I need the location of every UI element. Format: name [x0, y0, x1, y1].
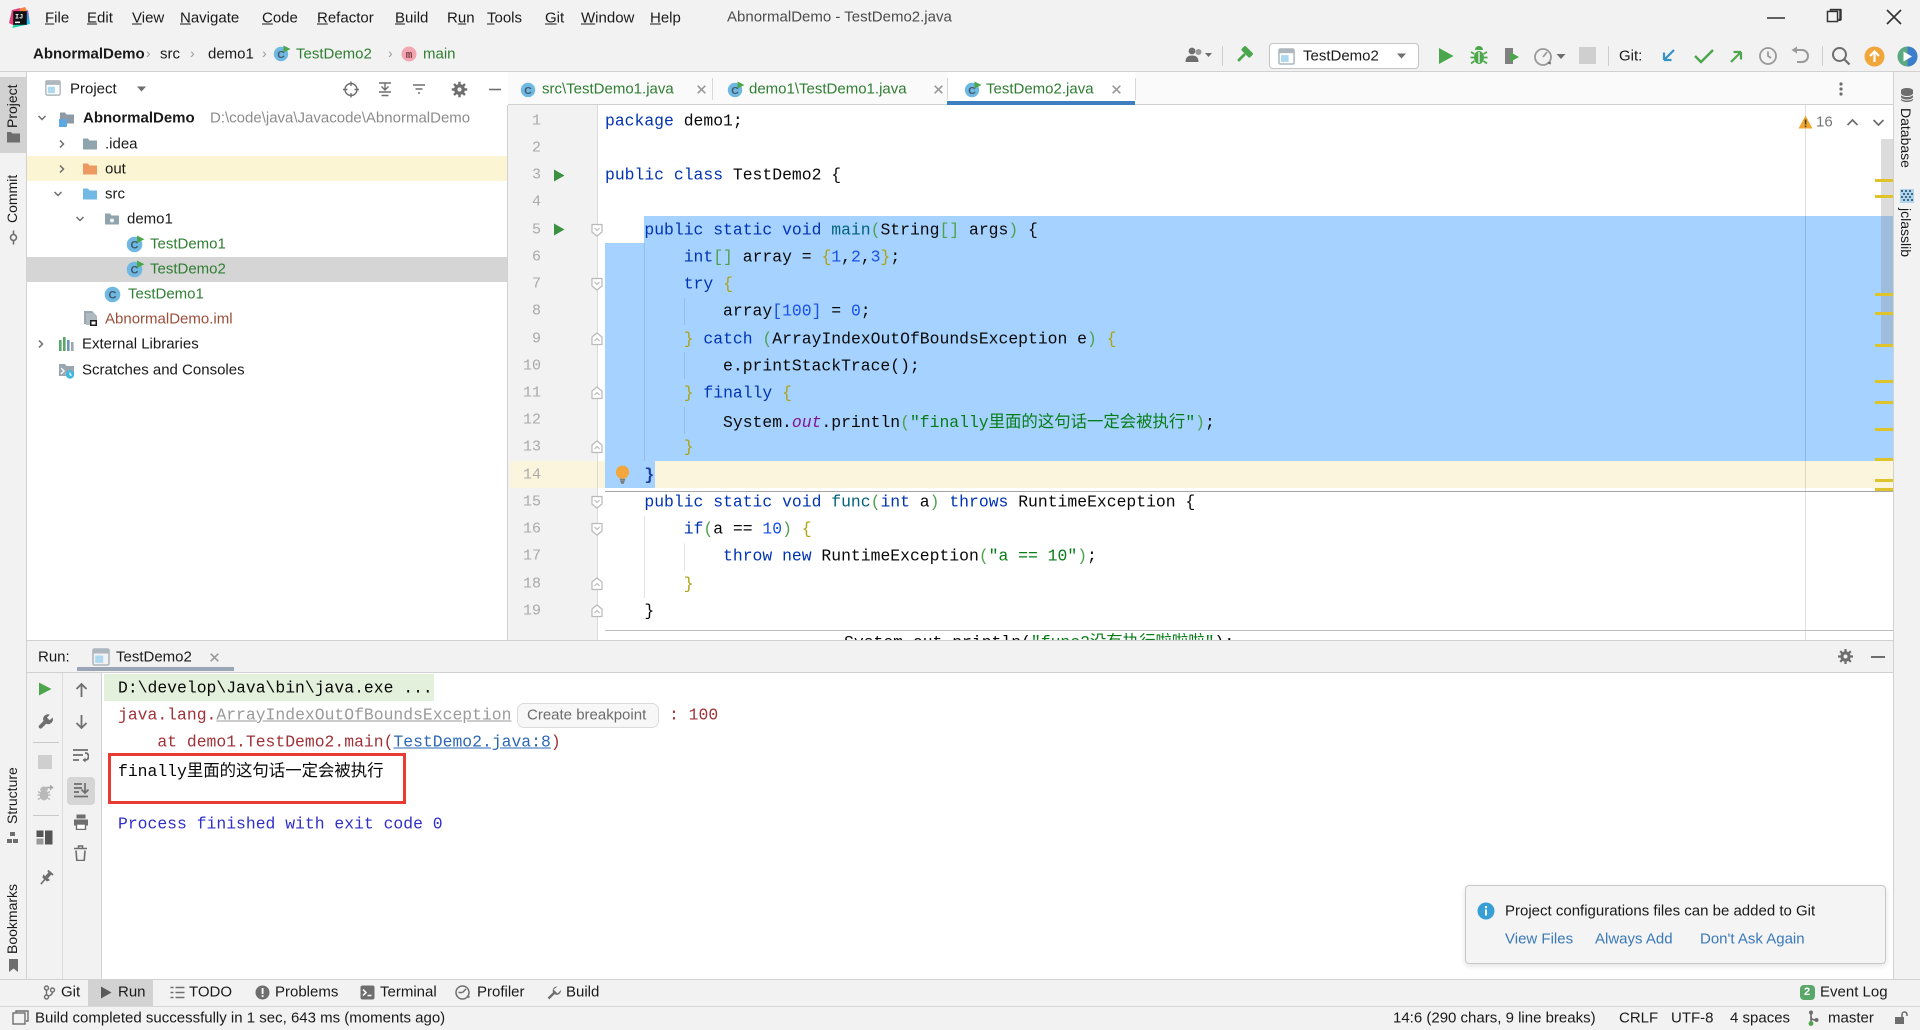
svg-text:IJ: IJ [15, 13, 23, 21]
svg-text:C: C [524, 85, 532, 97]
svg-text:m: m [406, 50, 413, 62]
